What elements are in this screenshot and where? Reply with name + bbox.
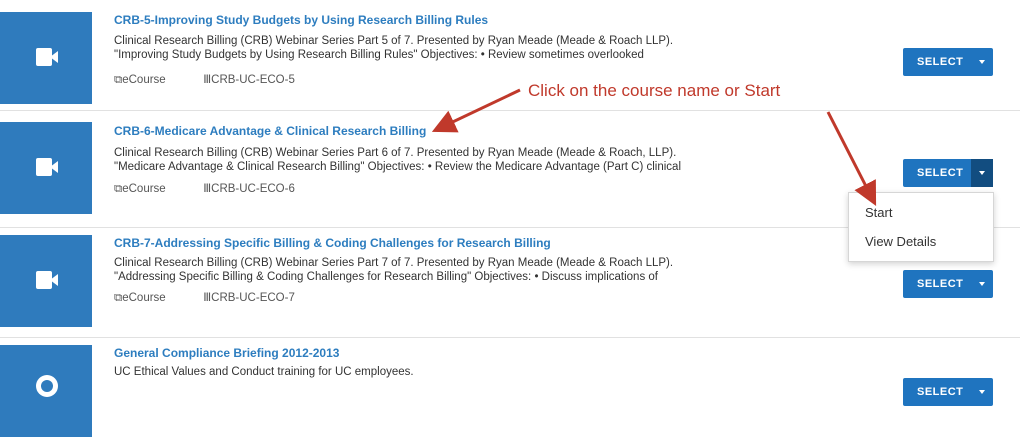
- course-code: ⅢCRB-UC-ECO-7: [203, 292, 295, 304]
- course-thumbnail[interactable]: [0, 345, 92, 437]
- course-description: Clinical Research Billing (CRB) Webinar …: [114, 256, 673, 284]
- course-type: ⧉eCourse: [114, 292, 166, 304]
- course-row: CRB-5-Improving Study Budgets by Using R…: [0, 0, 1020, 111]
- course-thumbnail[interactable]: [0, 122, 92, 214]
- select-button[interactable]: SELECT: [903, 270, 993, 298]
- course-type: ⧉eCourse: [114, 183, 166, 195]
- select-label: SELECT: [917, 278, 964, 290]
- globe-icon: [36, 375, 58, 397]
- course-code: ⅢCRB-UC-ECO-5: [203, 74, 295, 86]
- course-meta: ⧉eCourse ⅢCRB-UC-ECO-7: [114, 290, 295, 305]
- select-button[interactable]: SELECT: [903, 378, 993, 406]
- course-meta: ⧉eCourse ⅢCRB-UC-ECO-5: [114, 72, 295, 87]
- caret-down-icon[interactable]: [971, 270, 993, 298]
- caret-down-icon[interactable]: [971, 159, 993, 187]
- course-row: General Compliance Briefing 2012-2013 UC…: [0, 337, 1020, 437]
- course-description: Clinical Research Billing (CRB) Webinar …: [114, 146, 681, 174]
- description-line: Clinical Research Billing (CRB) Webinar …: [114, 257, 674, 269]
- caret-down-icon[interactable]: [971, 378, 993, 406]
- course-description: UC Ethical Values and Conduct training f…: [114, 365, 414, 379]
- description-line: "Addressing Specific Billing & Coding Ch…: [114, 271, 658, 283]
- description-line: Clinical Research Billing (CRB) Webinar …: [114, 35, 674, 47]
- description-line: "Improving Study Budgets by Using Resear…: [114, 49, 644, 61]
- course-code: ⅢCRB-UC-ECO-6: [203, 183, 295, 195]
- select-button[interactable]: SELECT: [903, 159, 993, 187]
- annotation-text: Click on the course name or Start: [528, 81, 781, 100]
- caret-down-icon[interactable]: [971, 48, 993, 76]
- course-title-link[interactable]: General Compliance Briefing 2012-2013: [114, 346, 339, 360]
- course-title-link[interactable]: CRB-7-Addressing Specific Billing & Codi…: [114, 236, 551, 250]
- description-line: Clinical Research Billing (CRB) Webinar …: [114, 147, 677, 159]
- description-line: "Medicare Advantage & Clinical Research …: [114, 161, 682, 173]
- select-label: SELECT: [917, 386, 964, 398]
- select-label: SELECT: [917, 56, 964, 68]
- menu-item-start[interactable]: Start: [865, 205, 892, 220]
- video-camera-icon: [36, 271, 58, 289]
- video-camera-icon: [36, 48, 58, 66]
- video-camera-icon: [36, 158, 58, 176]
- select-button[interactable]: SELECT: [903, 48, 993, 76]
- course-thumbnail[interactable]: [0, 12, 92, 104]
- course-meta: ⧉eCourse ⅢCRB-UC-ECO-6: [114, 181, 295, 196]
- select-label: SELECT: [917, 167, 964, 179]
- select-dropdown-menu: Start View Details: [848, 192, 994, 262]
- description-line: UC Ethical Values and Conduct training f…: [114, 366, 414, 378]
- course-title-link[interactable]: CRB-5-Improving Study Budgets by Using R…: [114, 13, 488, 27]
- menu-item-view-details[interactable]: View Details: [865, 234, 936, 249]
- course-description: Clinical Research Billing (CRB) Webinar …: [114, 34, 673, 62]
- course-thumbnail[interactable]: [0, 235, 92, 327]
- course-type: ⧉eCourse: [114, 74, 166, 86]
- course-title-link[interactable]: CRB-6-Medicare Advantage & Clinical Rese…: [114, 124, 426, 138]
